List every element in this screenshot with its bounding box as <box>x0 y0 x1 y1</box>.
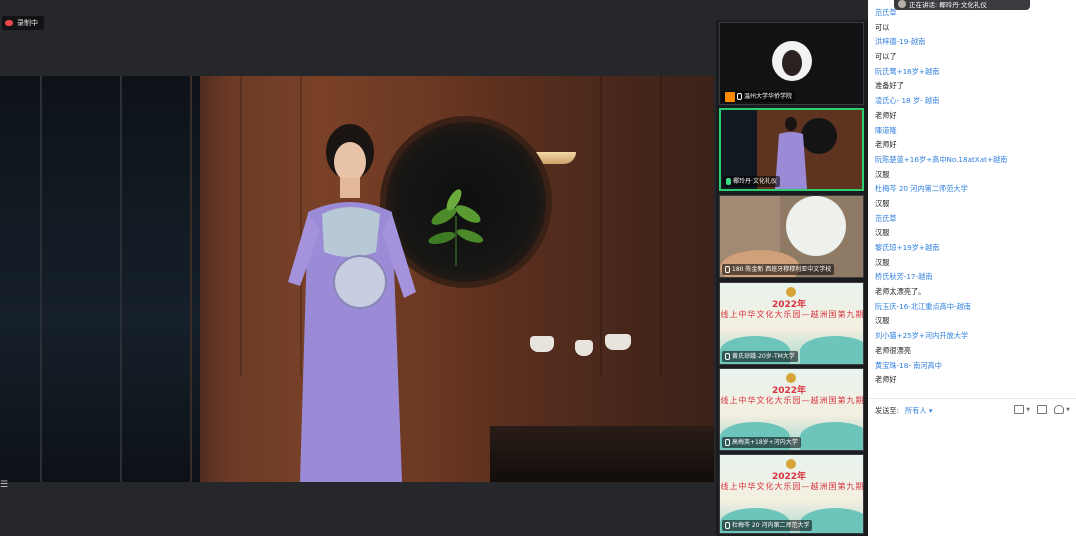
chat-sender: 陳道隆 <box>875 125 897 135</box>
speaking-label: 正在讲话: 椰玲丹·文化礼仪 <box>909 1 987 9</box>
send-to-select[interactable]: 所有人 ▾ <box>905 405 932 417</box>
teapot <box>605 334 631 350</box>
participant-name: 180 陈金新 西班牙穆穆利亚中文学校 <box>732 266 832 273</box>
chevron-down-icon: ▾ <box>928 406 933 415</box>
microphone-icon <box>737 93 742 100</box>
chat-sender: 洪梓德-19-越南 <box>875 37 926 47</box>
participant-label: 杜梅芩 20 河内第二师范大学 <box>722 520 813 531</box>
wall-slat <box>240 76 242 376</box>
recording-label: 录制中 <box>17 19 38 27</box>
participant-name: 温州大学华侨学院 <box>744 93 793 100</box>
microphone-icon <box>725 353 730 360</box>
chevron-down-icon: ▼ <box>1066 406 1070 413</box>
microphone-active-icon <box>726 178 731 185</box>
teapot <box>530 336 554 352</box>
microphone-icon <box>725 266 730 273</box>
poster-hill <box>800 422 863 450</box>
chat-message: 汉服 <box>875 198 890 208</box>
participant-name: 黄氏琼娥-20岁-TM大学 <box>732 353 795 360</box>
participant-label: 180 陈金新 西班牙穆穆利亚中文学校 <box>722 264 835 275</box>
chat-panel: 范氏草 可以 洪梓德-19-越南 可以了 阮氏莺+16岁+越南 准备好了 凌氏心… <box>868 0 1076 536</box>
participant-tile[interactable]: 180 陈金新 西班牙穆穆利亚中文学校 <box>719 195 864 278</box>
main-stage: 录制中 ☰ <box>0 0 716 536</box>
participant-icon[interactable] <box>1054 405 1065 414</box>
participant-label: 椰玲丹·文化礼仪 <box>723 176 780 187</box>
send-to-row: 发送至: 所有人 ▾ <box>875 405 932 417</box>
chat-sender: 黄宝珠-18- 南河高中 <box>875 360 942 370</box>
participant-label: 黄氏琼娥-20岁-TM大学 <box>722 351 798 362</box>
chat-message: 可以了 <box>875 52 897 62</box>
poster-slogan: 线上中华文化大乐园—越洲国第九期 <box>720 482 864 491</box>
participant-tile[interactable]: 2022年 线上中华文化大乐园—越洲国第九期 高梅英+18岁+河内大学 <box>719 368 864 451</box>
chat-divider <box>868 398 1076 399</box>
participant-name: 椰玲丹·文化礼仪 <box>733 178 777 185</box>
emblem-icon <box>786 459 796 469</box>
main-video[interactable] <box>0 76 714 482</box>
chat-message: 汉服 <box>875 169 890 179</box>
participant-name: 杜梅芩 20 河内第二师范大学 <box>732 522 810 529</box>
send-to-value: 所有人 <box>905 406 927 415</box>
poster-slogan: 线上中华文化大乐园—越洲国第九期 <box>720 396 864 405</box>
window-panes <box>0 76 200 482</box>
emblem-icon <box>786 287 796 297</box>
chat-sender: 阮陈楚蓝+16岁+高中No.18atXat+越南 <box>875 154 1008 164</box>
microphone-icon <box>725 522 730 529</box>
chat-message: 老师好 <box>875 140 897 150</box>
chat-sender: 杜梅芩 20 河内第二师范大学 <box>875 184 968 194</box>
recording-badge[interactable]: 录制中 <box>2 16 44 30</box>
hamburger-icon[interactable]: ☰ <box>0 478 8 492</box>
chat-sender: 凌氏心- 18 岁- 越南 <box>875 96 940 106</box>
poster-hill <box>800 336 863 364</box>
participant-tile[interactable]: 温州大学华侨学院 <box>719 22 864 105</box>
participant-name: 高梅英+18岁+河内大学 <box>732 439 798 446</box>
chat-messages[interactable]: 范氏草 可以 洪梓德-19-越南 可以了 阮氏莺+16岁+越南 准备好了 凌氏心… <box>868 6 1076 388</box>
chat-message: 老师好 <box>875 110 897 120</box>
emblem-icon <box>786 373 796 383</box>
meeting-window: 录制中 ☰ 温州大学华侨学院 椰玲丹·文化礼仪 180 陈金新 西班牙穆穆利亚中… <box>0 0 1076 536</box>
participant-thumbnails: 温州大学华侨学院 椰玲丹·文化礼仪 180 陈金新 西班牙穆穆利亚中文学校 20… <box>716 0 868 536</box>
microphone-icon <box>725 439 730 446</box>
chat-tools: ▼ ▼ <box>1014 405 1070 414</box>
plant-silhouette <box>428 189 484 266</box>
wall-slat <box>600 76 602 376</box>
host-icon <box>725 91 735 102</box>
teacup <box>575 340 593 356</box>
chat-folder-icon[interactable] <box>1014 405 1025 414</box>
presenter-figure <box>288 124 416 482</box>
participant-tile[interactable]: 2022年 线上中华文化大乐园—越洲国第九期 黄氏琼娥-20岁-TM大学 <box>719 282 864 365</box>
chat-sender: 阮氏莺+16岁+越南 <box>875 66 940 76</box>
chat-message: 汉服 <box>875 228 890 238</box>
participant-label: 高梅英+18岁+河内大学 <box>722 437 801 448</box>
chat-message: 准备好了 <box>875 81 904 91</box>
chat-message: 汉服 <box>875 257 890 267</box>
chat-sender: 阮玉庆-16-北江重点高中-越南 <box>875 301 971 311</box>
chevron-down-icon: ▼ <box>1026 406 1031 413</box>
speaking-indicator: 正在讲话: 椰玲丹·文化礼仪 <box>894 0 1030 10</box>
chat-message: 老师很漂亮 <box>875 345 911 355</box>
participant-tile-active[interactable]: 椰玲丹·文化礼仪 <box>719 108 864 191</box>
poster-slogan: 线上中华文化大乐园—越洲国第九期 <box>720 310 864 319</box>
chat-sender: 桥氏秋芳-17-越南 <box>875 272 933 282</box>
thumbnail-topbar <box>716 0 868 20</box>
wall-slat <box>660 76 662 376</box>
chat-sender: 黎氏琼+19岁+越南 <box>875 243 940 252</box>
file-upload-icon[interactable] <box>1037 405 1048 414</box>
send-to-label: 发送至: <box>875 406 899 415</box>
speaker-avatar <box>898 0 906 8</box>
tea-table <box>490 426 714 482</box>
chat-message: 汉服 <box>875 316 890 326</box>
participant-tile[interactable]: 2022年 线上中华文化大乐园—越洲国第九期 杜梅芩 20 河内第二师范大学 <box>719 454 864 534</box>
chat-sender: 范氏草 <box>875 213 897 223</box>
chat-message: 老师好 <box>875 375 897 385</box>
recording-cloud-icon <box>5 20 13 26</box>
participant-label: 温州大学华侨学院 <box>722 91 796 102</box>
chat-message: 可以 <box>875 22 890 32</box>
chat-message: 老师太漂亮了。 <box>875 287 926 297</box>
chat-sender: 刘小猫+25岁+河内开放大学 <box>875 331 969 341</box>
